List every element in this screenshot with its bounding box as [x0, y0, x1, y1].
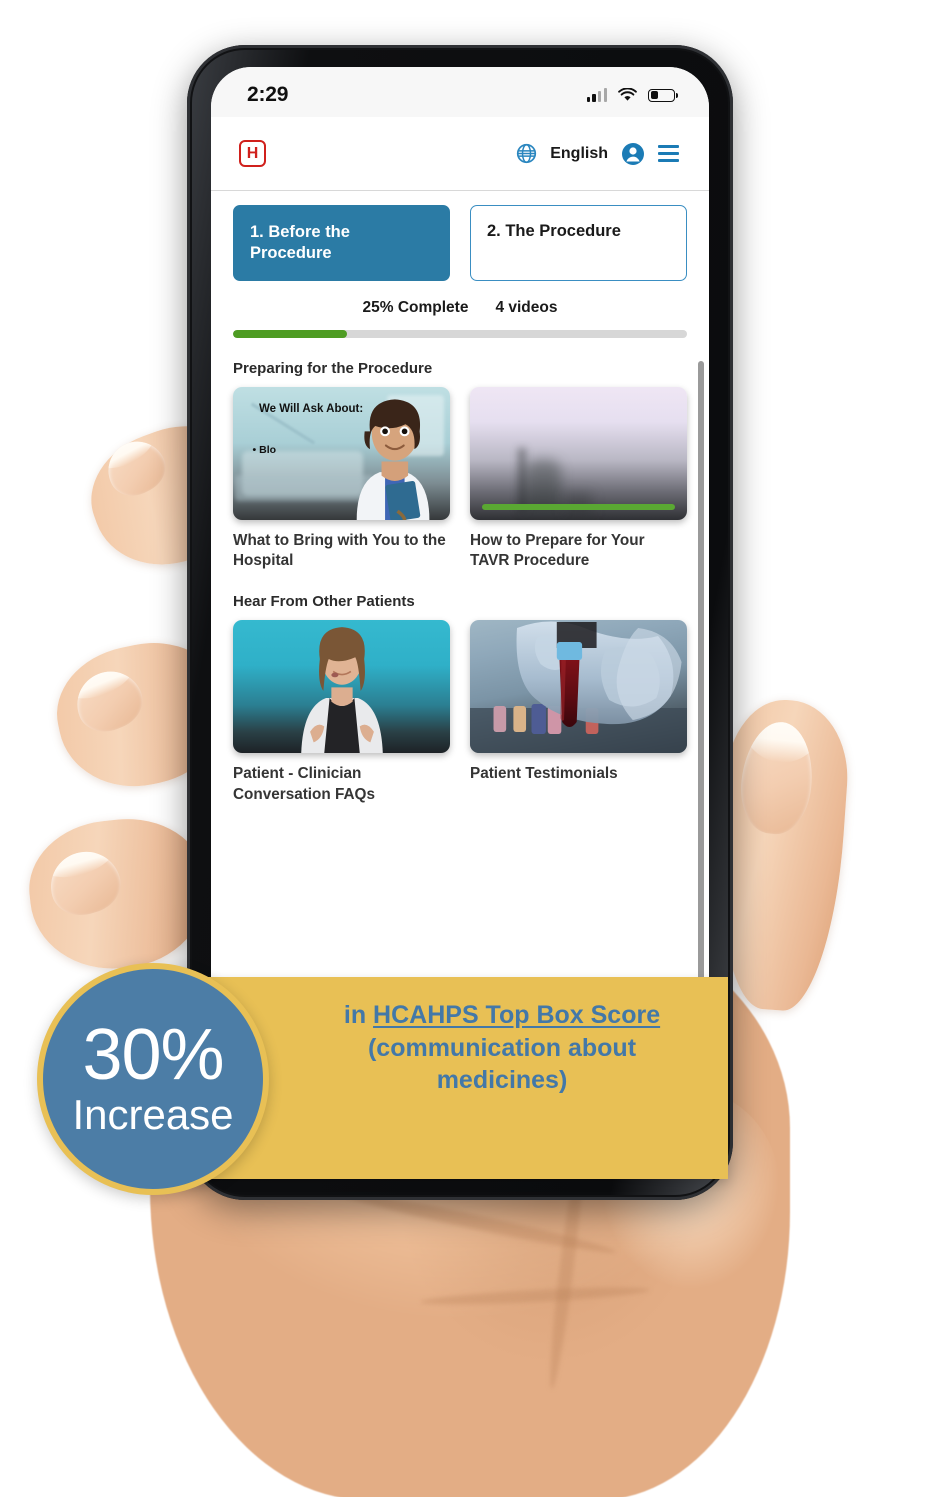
section-title: Hear From Other Patients: [233, 593, 415, 611]
section-preparing: Preparing for the Procedure We Will Ask …: [211, 360, 709, 571]
blood-vial-photo: [470, 621, 687, 754]
video-card-how-to-prepare[interactable]: How to Prepare for Your TAVR Procedure: [470, 387, 687, 571]
callout-line1-prefix: in: [343, 1001, 374, 1029]
language-label[interactable]: English: [550, 145, 608, 163]
video-card-label: What to Bring with You to the Hospital: [233, 532, 446, 570]
status-clock: 2:29: [247, 83, 289, 106]
tab-the-procedure[interactable]: 2. The Procedure: [470, 205, 687, 281]
clinician-photo: [300, 627, 383, 754]
battery-icon: [648, 88, 678, 102]
tab-label: 1. Before the Procedure: [250, 222, 350, 262]
progress-percent-label: 25% Complete: [362, 299, 469, 316]
hospital-logo[interactable]: H: [239, 140, 266, 167]
video-count-label: 4 videos: [495, 299, 558, 316]
video-thumbnail[interactable]: [470, 387, 687, 520]
video-card-label: Patient - Clinician Conversation FAQs: [233, 765, 375, 803]
tab-label: 2. The Procedure: [487, 222, 621, 240]
callout-text: in HCAHPS Top Box Score (communication a…: [298, 999, 706, 1097]
screenshot-canvas: 2:29 H English 1. Before the Procedure 2…: [0, 0, 939, 1497]
video-thumbnail[interactable]: We Will Ask About: • Blo: [233, 387, 450, 520]
header-actions: English: [516, 142, 679, 166]
hospital-logo-letter: H: [246, 144, 259, 162]
callout-line3: medicines): [436, 1066, 568, 1094]
video-grid: We Will Ask About: • Blo What to Bring w…: [233, 387, 687, 571]
stat-badge-word: Increase: [72, 1091, 234, 1139]
cellular-signal-icon: [586, 88, 607, 102]
stat-badge-percent: 30%: [82, 1014, 224, 1095]
stat-badge: 30% Increase: [37, 963, 269, 1195]
progress-tabs: 1. Before the Procedure 2. The Procedure: [211, 205, 709, 281]
section-other-patients: Hear From Other Patients Patient - Clini…: [211, 593, 709, 804]
hamburger-menu-icon[interactable]: [658, 145, 679, 162]
progress-bar: [233, 330, 687, 338]
status-bar: 2:29: [211, 67, 709, 117]
wifi-icon: [618, 88, 637, 101]
progress-summary: 25% Complete 4 videos: [211, 299, 709, 317]
globe-icon[interactable]: [516, 143, 537, 164]
video-grid: Patient - Clinician Conversation FAQs Pa…: [233, 620, 687, 804]
video-card-conversation-faqs[interactable]: Patient - Clinician Conversation FAQs: [233, 620, 450, 804]
video-card-label: Patient Testimonials: [470, 765, 618, 783]
callout-metric-link[interactable]: HCAHPS Top Box Score: [373, 1001, 660, 1029]
account-icon[interactable]: [621, 142, 645, 166]
thumb-overlay-bullet: • Blo: [252, 444, 277, 457]
vertical-scrollbar[interactable]: [698, 361, 704, 1001]
video-thumbnail[interactable]: [470, 620, 687, 754]
callout-line2: (communication about: [367, 1033, 637, 1062]
app-header: H English: [211, 117, 709, 191]
clinician-illustration: [356, 399, 430, 520]
tab-before-the-procedure[interactable]: 1. Before the Procedure: [233, 205, 450, 281]
status-icon-group: [586, 88, 678, 102]
progress-bar-fill: [233, 330, 347, 338]
video-card-what-to-bring[interactable]: We Will Ask About: • Blo What to Bring w…: [233, 387, 450, 571]
video-card-label: How to Prepare for Your TAVR Procedure: [470, 532, 645, 570]
video-watched-bar: [482, 504, 675, 510]
video-card-patient-testimonials[interactable]: Patient Testimonials: [470, 620, 687, 804]
video-thumbnail[interactable]: [233, 620, 450, 754]
section-title: Preparing for the Procedure: [233, 360, 433, 377]
